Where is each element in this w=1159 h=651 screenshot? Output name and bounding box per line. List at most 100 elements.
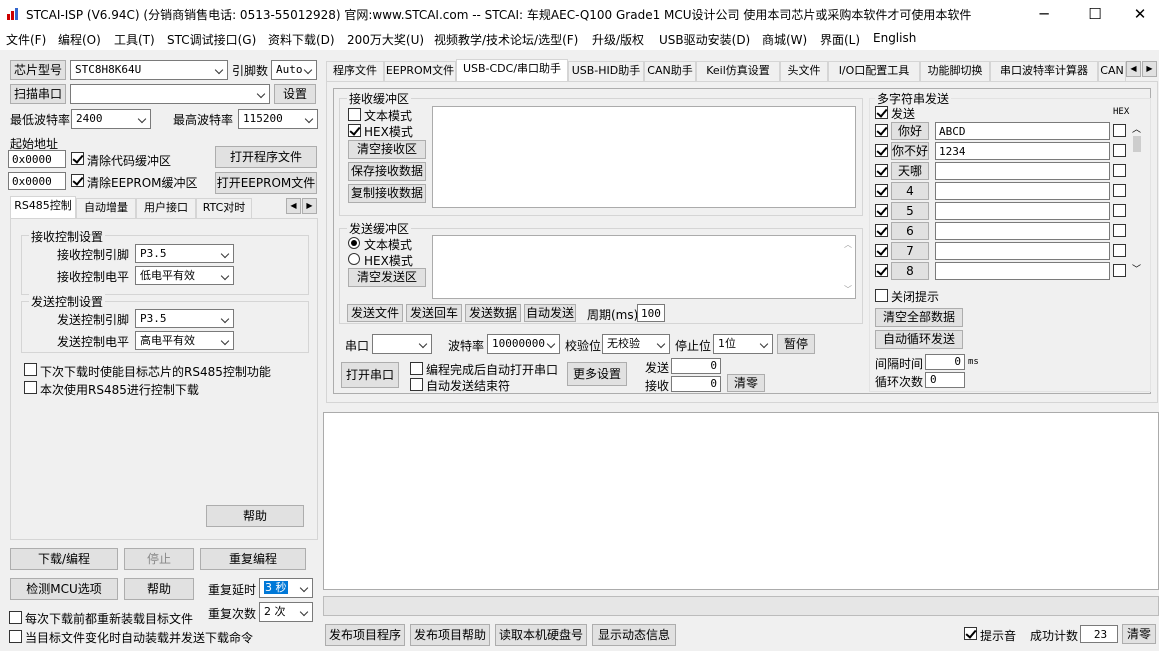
multi-row-hex-checkbox[interactable]	[1113, 184, 1126, 197]
menu-download[interactable]: 资料下载(D)	[268, 31, 335, 48]
multi-row-hex-checkbox[interactable]	[1113, 244, 1126, 257]
multi-row-hex-checkbox[interactable]	[1113, 204, 1126, 217]
use-rs485-checkbox[interactable]	[24, 381, 37, 394]
tab-eeprom-file[interactable]: EEPROM文件	[384, 61, 456, 81]
tx-textarea[interactable]: ︿ ﹀	[432, 235, 856, 299]
multi-row-label-button[interactable]: 4	[891, 182, 929, 200]
tx-text-mode-radio[interactable]	[348, 237, 360, 249]
stop-bit-select[interactable]: 1位	[713, 334, 773, 354]
multi-scroll-up-icon[interactable]: ︿	[1132, 122, 1141, 135]
maximize-button[interactable]: ☐	[1072, 0, 1118, 28]
clear-success-count-button[interactable]: 清零	[1122, 624, 1156, 644]
read-disk-id-button[interactable]: 读取本机硬盘号	[495, 624, 587, 646]
minimize-button[interactable]: ─	[1021, 0, 1067, 28]
multi-row-hex-checkbox[interactable]	[1113, 144, 1126, 157]
reload-before-download-checkbox[interactable]	[9, 611, 22, 624]
enable-rs485-checkbox[interactable]	[24, 363, 37, 376]
settings-button[interactable]: 设置	[274, 84, 316, 104]
multi-row-send-checkbox[interactable]	[875, 224, 888, 237]
right-tab-scroll-left-icon[interactable]: ◀	[1126, 61, 1141, 77]
tab-rtc[interactable]: RTC对时	[196, 198, 252, 218]
multi-row-send-checkbox[interactable]	[875, 164, 888, 177]
multi-row-send-checkbox[interactable]	[875, 244, 888, 257]
loop-count-input[interactable]: 0	[925, 372, 965, 388]
open-eeprom-file-button[interactable]: 打开EEPROM文件	[215, 172, 317, 194]
more-settings-button[interactable]: 更多设置	[567, 362, 627, 386]
stop-button[interactable]: 停止	[124, 548, 194, 570]
rx-text-mode-checkbox[interactable]	[348, 108, 361, 121]
serial-port-select[interactable]	[372, 334, 432, 354]
menu-shop[interactable]: 商城(W)	[762, 31, 807, 48]
menu-tools[interactable]: 工具(T)	[114, 31, 155, 48]
repeat-count-select[interactable]: 2 次	[259, 602, 313, 622]
multi-row-input[interactable]: ABCD	[935, 122, 1110, 140]
menu-english[interactable]: English	[873, 31, 916, 45]
right-tab-scroll-right-icon[interactable]: ▶	[1142, 61, 1157, 77]
multi-row-label-button[interactable]: 你不好	[891, 142, 929, 160]
interval-input[interactable]: 0	[925, 354, 965, 370]
clear-rx-button[interactable]: 清空接收区	[348, 140, 426, 159]
open-port-button[interactable]: 打开串口	[341, 362, 399, 388]
pins-select[interactable]: Auto	[271, 60, 317, 80]
menu-prize[interactable]: 200万大奖(U)	[347, 31, 424, 48]
repeat-delay-select[interactable]: 3 秒	[259, 578, 313, 598]
repeat-program-button[interactable]: 重复编程	[200, 548, 306, 570]
tx-pin-select[interactable]: P3.5	[135, 309, 234, 328]
download-program-button[interactable]: 下载/编程	[10, 548, 118, 570]
tab-can[interactable]: CAN助手	[644, 61, 696, 81]
rs485-help-button[interactable]: 帮助	[206, 505, 304, 527]
close-tip-checkbox[interactable]	[875, 289, 888, 302]
scan-port-button[interactable]: 扫描串口	[10, 84, 66, 104]
help-button[interactable]: 帮助	[124, 578, 194, 600]
tab-keil[interactable]: Keil仿真设置	[696, 61, 780, 81]
period-input[interactable]: 100	[637, 304, 665, 322]
prompt-sound-checkbox[interactable]	[964, 627, 977, 640]
tab-io-config[interactable]: I/O口配置工具	[828, 61, 920, 81]
max-baud-select[interactable]: 115200	[238, 109, 318, 129]
rx-pin-select[interactable]: P3.5	[135, 244, 234, 263]
multi-row-label-button[interactable]: 7	[891, 242, 929, 260]
menu-video[interactable]: 视频教学/技术论坛/选型(F)	[434, 31, 578, 48]
multi-scrollbar[interactable]: ︿ ﹀	[1131, 122, 1143, 275]
multi-row-label-button[interactable]: 6	[891, 222, 929, 240]
menu-file[interactable]: 文件(F)	[6, 31, 46, 48]
multi-row-label-button[interactable]: 8	[891, 262, 929, 280]
publish-help-button[interactable]: 发布项目帮助	[410, 624, 490, 646]
tab-baud-calc[interactable]: 串口波特率计算器	[990, 61, 1098, 81]
tab-usb-hid[interactable]: USB-HID助手	[568, 61, 644, 81]
save-rx-button[interactable]: 保存接收数据	[348, 162, 426, 181]
multi-row-hex-checkbox[interactable]	[1113, 124, 1126, 137]
tab-user-interface[interactable]: 用户接口	[136, 198, 196, 218]
send-return-button[interactable]: 发送回车	[406, 304, 462, 322]
chip-model-select[interactable]: STC8H8K64U	[70, 60, 228, 80]
multi-row-hex-checkbox[interactable]	[1113, 264, 1126, 277]
multi-row-label-button[interactable]: 你好	[891, 122, 929, 140]
open-program-file-button[interactable]: 打开程序文件	[215, 146, 317, 168]
multi-row-input[interactable]	[935, 182, 1110, 200]
multi-row-input[interactable]	[935, 202, 1110, 220]
multi-row-send-checkbox[interactable]	[875, 204, 888, 217]
baud-select[interactable]: 10000000	[487, 334, 560, 354]
multi-scroll-down-icon[interactable]: ﹀	[1132, 262, 1141, 275]
tab-usb-cdc[interactable]: USB-CDC/串口助手	[456, 59, 568, 81]
code-address-input[interactable]: 0x0000	[8, 150, 66, 168]
rx-hex-mode-checkbox[interactable]	[348, 124, 361, 137]
clear-tx-button[interactable]: 清空发送区	[348, 268, 426, 287]
min-baud-select[interactable]: 2400	[71, 109, 151, 129]
tab-auto-increment[interactable]: 自动增量	[76, 198, 136, 218]
close-button[interactable]: ✕	[1117, 0, 1159, 28]
publish-program-button[interactable]: 发布项目程序	[325, 624, 405, 646]
menu-usb-driver[interactable]: USB驱动安装(D)	[659, 31, 750, 48]
menu-debug[interactable]: STC调试接口(G)	[167, 31, 256, 48]
check-mcu-button[interactable]: 检测MCU选项	[10, 578, 118, 600]
chip-model-button[interactable]: 芯片型号	[10, 60, 66, 80]
clear-count-button[interactable]: 清零	[727, 374, 765, 392]
menu-interface[interactable]: 界面(L)	[820, 31, 860, 48]
multi-row-hex-checkbox[interactable]	[1113, 224, 1126, 237]
multi-row-send-checkbox[interactable]	[875, 264, 888, 277]
multi-row-label-button[interactable]: 天哪	[891, 162, 929, 180]
multi-row-input[interactable]	[935, 222, 1110, 240]
port-select[interactable]	[70, 84, 270, 104]
eeprom-address-input[interactable]: 0x0000	[8, 172, 66, 190]
copy-rx-button[interactable]: 复制接收数据	[348, 184, 426, 203]
